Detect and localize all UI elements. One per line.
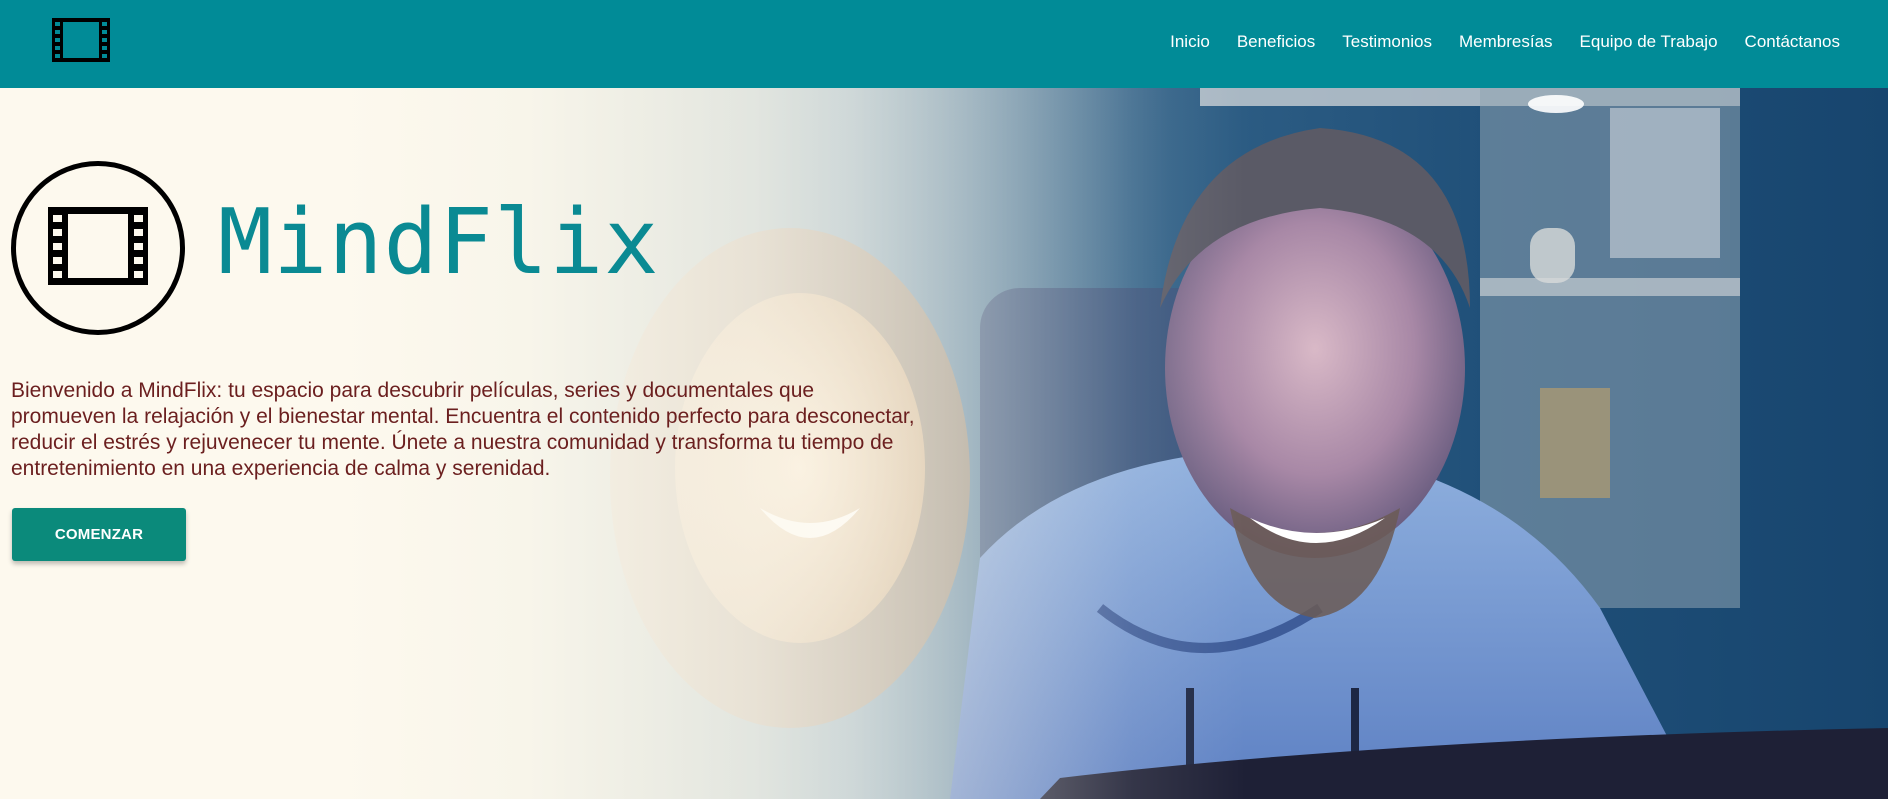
nav-link-beneficios[interactable]: Beneficios <box>1237 32 1315 52</box>
brand-logo <box>11 161 185 335</box>
film-icon <box>46 205 150 292</box>
hero-section: MindFlix Bienvenido a MindFlix: tu espac… <box>0 88 1888 799</box>
film-icon[interactable] <box>50 16 112 64</box>
hero-intro-text: Bienvenido a MindFlix: tu espacio para d… <box>11 379 915 480</box>
page: Inicio Beneficios Testimonios Membresías… <box>0 0 1888 799</box>
comenzar-button[interactable]: COMENZAR <box>12 508 186 561</box>
nav-link-contactanos[interactable]: Contáctanos <box>1745 32 1840 52</box>
nav-link-inicio[interactable]: Inicio <box>1170 32 1210 52</box>
nav-menu: Inicio Beneficios Testimonios Membresías… <box>1143 0 1840 84</box>
nav-link-membresias[interactable]: Membresías <box>1459 32 1553 52</box>
brand-name: MindFlix <box>218 190 660 295</box>
navbar: Inicio Beneficios Testimonios Membresías… <box>0 0 1888 88</box>
nav-link-testimonios[interactable]: Testimonios <box>1342 32 1432 52</box>
nav-link-equipo[interactable]: Equipo de Trabajo <box>1580 32 1718 52</box>
